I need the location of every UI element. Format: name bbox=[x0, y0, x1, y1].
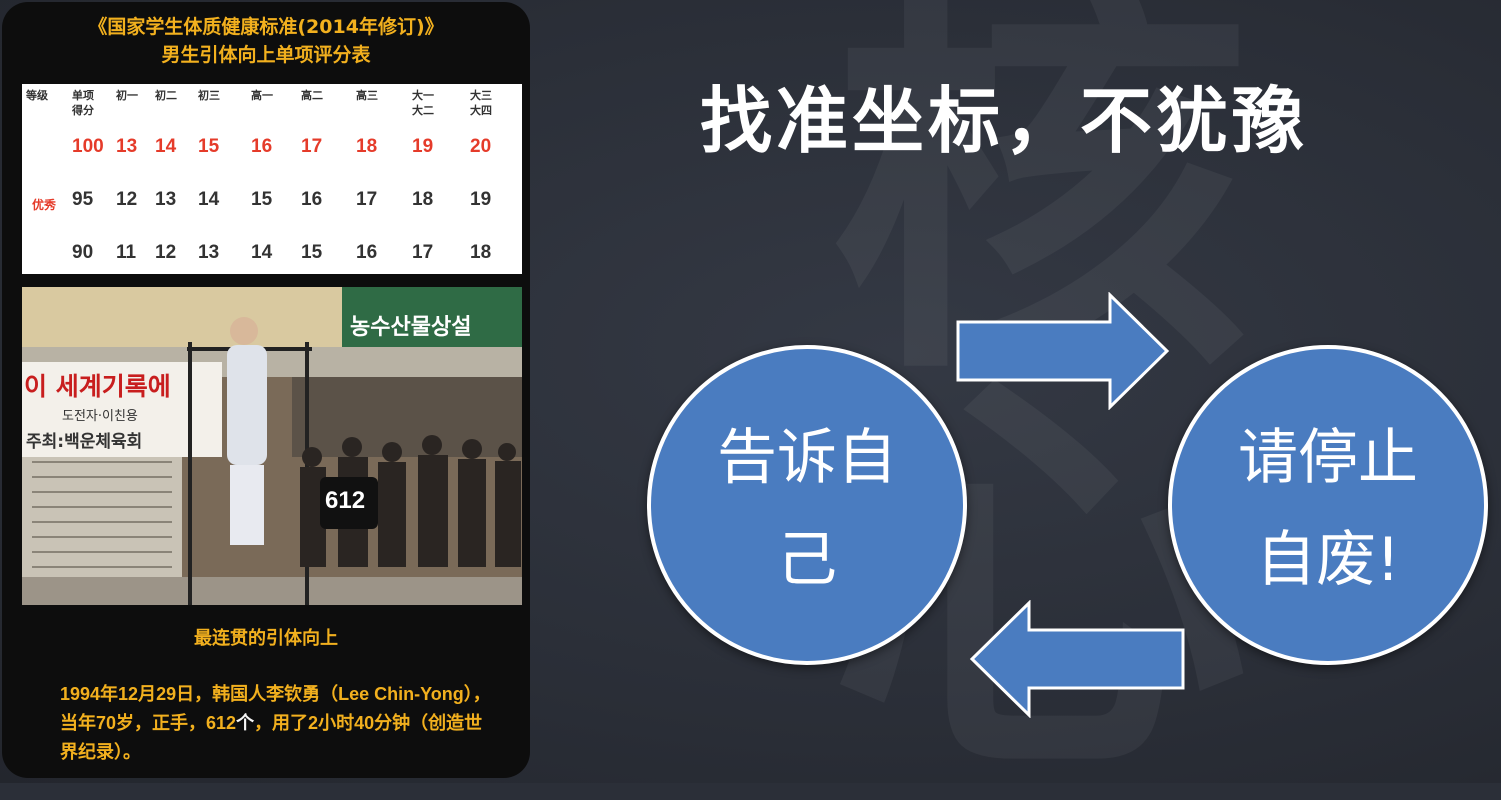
table-cell: 12 bbox=[155, 242, 177, 263]
table-cell: 14 bbox=[251, 242, 273, 263]
table-cell: 17 bbox=[301, 136, 323, 157]
table-cell: 16 bbox=[251, 136, 273, 157]
table-header: 高二 bbox=[301, 89, 323, 102]
table-cell: 13 bbox=[198, 242, 220, 263]
table-cell: 15 bbox=[198, 136, 220, 157]
table-header: 单项 得分 bbox=[72, 89, 94, 117]
circle-label: 请停止 bbox=[1238, 423, 1418, 493]
score-table: 等级 单项 得分 初一 初二 初三 高一 高二 高三 大一 大二 大三 大四 优… bbox=[22, 84, 522, 274]
table-cell: 16 bbox=[356, 242, 378, 263]
table-header: 高三 bbox=[356, 89, 378, 102]
table-cell: 13 bbox=[116, 136, 138, 157]
bib-number: 612 bbox=[325, 487, 366, 514]
table-cell: 16 bbox=[301, 189, 323, 210]
card-title: 《国家学生体质健康标准(2014年修订)》 bbox=[88, 16, 444, 38]
table-cell: 14 bbox=[155, 136, 177, 157]
table-cell: 90 bbox=[72, 242, 94, 263]
grade-label: 优秀 bbox=[32, 198, 57, 212]
circle-label: 己 bbox=[777, 525, 837, 595]
table-cell: 15 bbox=[251, 189, 273, 210]
arrow-left-icon bbox=[969, 600, 1185, 718]
slide-headline: 找准坐标，不犹豫 bbox=[700, 79, 1309, 163]
circle-tell-yourself: 告诉自 己 bbox=[647, 345, 967, 665]
table-cell: 18 bbox=[470, 242, 492, 263]
banner-text: 이 세계기록에 bbox=[24, 372, 171, 401]
circle-stop-giving-up: 请停止 自废! bbox=[1168, 345, 1488, 665]
table-header: 等级 bbox=[26, 89, 48, 102]
record-description: 1994年12月29日，韩国人李钦勇（Lee Chin-Yong），当年70岁，… bbox=[60, 680, 500, 767]
table-cell: 19 bbox=[412, 136, 434, 157]
table-cell: 13 bbox=[155, 189, 177, 210]
table-cell: 20 bbox=[470, 136, 492, 157]
circle-label: 自废! bbox=[1255, 525, 1401, 595]
photo-caption: 最连贯的引体向上 bbox=[194, 628, 338, 649]
description-text: 个 bbox=[236, 713, 255, 733]
table-cell: 95 bbox=[72, 189, 94, 210]
table-cell: 11 bbox=[116, 242, 137, 263]
table-cell: 14 bbox=[198, 189, 220, 210]
record-photo: 농수산물상설 이 세계기록에 도전자·이친용 주최:백운체육회 612 bbox=[22, 287, 522, 605]
table-cell: 12 bbox=[116, 189, 138, 210]
table-header: 大一 大二 bbox=[412, 89, 434, 117]
banner-subtext: 도전자·이친용 bbox=[62, 409, 138, 424]
table-header: 初二 bbox=[155, 89, 177, 102]
table-cell: 17 bbox=[412, 242, 434, 263]
table-cell: 19 bbox=[470, 189, 492, 210]
table-cell: 15 bbox=[301, 242, 323, 263]
table-cell: 17 bbox=[356, 189, 378, 210]
card-subtitle: 男生引体向上单项评分表 bbox=[161, 44, 371, 66]
table-cell: 18 bbox=[412, 189, 434, 210]
banner-organizer: 주최:백운체육회 bbox=[26, 432, 143, 452]
table-cell: 100 bbox=[72, 136, 104, 157]
info-card: 《国家学生体质健康标准(2014年修订)》 男生引体向上单项评分表 等级 单项 … bbox=[2, 2, 530, 778]
table-header: 高一 bbox=[251, 89, 273, 102]
table-header: 大三 大四 bbox=[470, 89, 492, 117]
circle-label: 告诉自 bbox=[717, 423, 897, 493]
arrow-right-icon bbox=[956, 292, 1170, 410]
table-cell: 18 bbox=[356, 136, 378, 157]
shop-sign: 농수산물상설 bbox=[350, 315, 472, 340]
table-header: 初三 bbox=[198, 89, 220, 102]
table-header: 初一 bbox=[116, 89, 138, 102]
